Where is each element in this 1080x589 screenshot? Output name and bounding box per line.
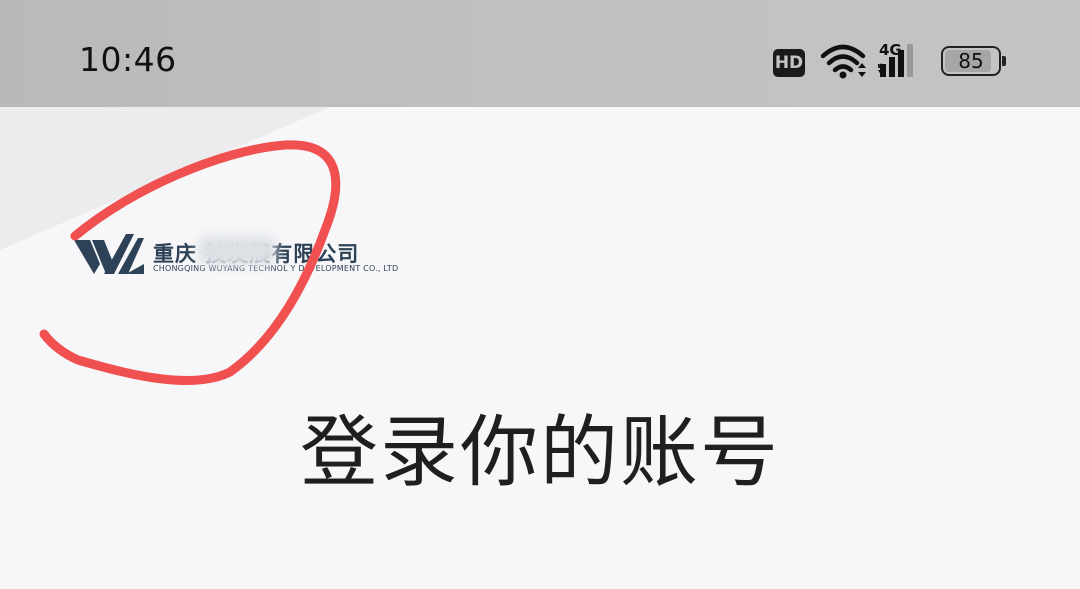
signal-icon <box>878 44 913 77</box>
hd-badge: HD <box>773 49 805 77</box>
page-title: 登录你的账号 <box>299 408 780 498</box>
logo-mark-icon <box>74 234 144 274</box>
wifi-icon <box>820 44 866 79</box>
battery-tip <box>1002 56 1006 66</box>
battery-icon: 85 <box>941 46 1001 76</box>
status-time: 10:46 <box>79 40 177 79</box>
battery-percent: 85 <box>958 49 984 73</box>
redaction-blur <box>198 236 276 266</box>
company-name-en: CHONGQING WUYANG TECHNOL Y DEVELOPMENT C… <box>153 264 399 273</box>
status-bar: 10:46 HD 4G 85 <box>0 0 1080 107</box>
